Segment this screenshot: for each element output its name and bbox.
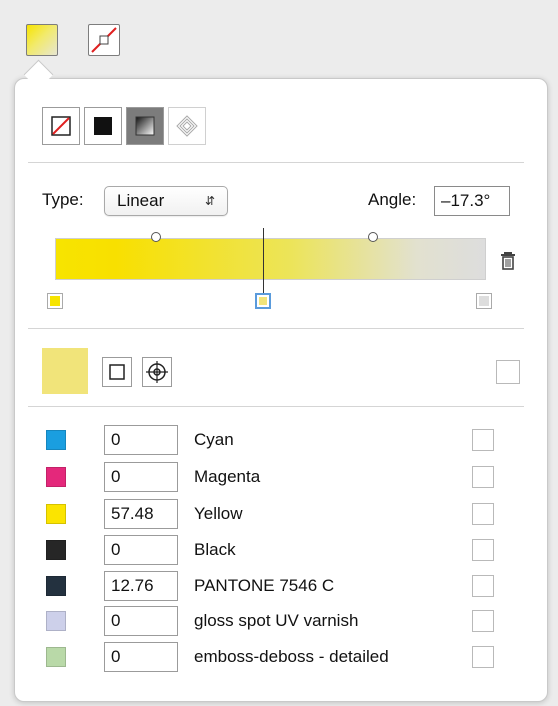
select-arrows-icon: ⇵ [204, 194, 215, 208]
ink-row: 0 emboss-deboss - detailed [42, 642, 502, 672]
ink-row: 0 Magenta [42, 462, 502, 492]
gradient-icon [135, 116, 155, 136]
ink-name: Cyan [194, 430, 234, 449]
gradient-preview-bar[interactable] [55, 238, 486, 280]
ink-value-input[interactable]: 0 [104, 462, 178, 492]
ink-checkbox[interactable] [472, 466, 494, 488]
separator [28, 406, 524, 407]
ink-value-input[interactable]: 0 [104, 535, 178, 565]
overprint-checkbox[interactable] [496, 360, 520, 384]
pattern-mode-button[interactable] [168, 107, 206, 145]
ink-value-input[interactable]: 0 [104, 606, 178, 636]
ink-checkbox[interactable] [472, 646, 494, 668]
ink-row: 57.48 Yellow [42, 499, 502, 529]
separator [28, 328, 524, 329]
target-button[interactable] [142, 357, 172, 387]
gradient-type-value: Linear [117, 191, 165, 210]
ink-name: Black [194, 540, 236, 559]
angle-label: Angle: [368, 190, 417, 209]
target-icon [146, 361, 168, 383]
ink-checkbox[interactable] [472, 539, 494, 561]
ink-color-chip [46, 467, 66, 487]
gradient-mode-button[interactable] [126, 107, 164, 145]
ink-checkbox[interactable] [472, 503, 494, 525]
none-icon [51, 116, 71, 136]
separator [28, 162, 524, 163]
type-label: Type: [42, 190, 84, 209]
ink-name: gloss spot UV varnish [194, 611, 359, 630]
trash-icon[interactable] [500, 250, 520, 272]
solid-mode-button[interactable] [84, 107, 122, 145]
gradient-stop[interactable] [476, 293, 492, 309]
ink-color-chip [46, 540, 66, 560]
ink-color-chip [46, 647, 66, 667]
stop-color [259, 297, 267, 305]
ink-checkbox[interactable] [472, 429, 494, 451]
color-mode-button[interactable] [102, 357, 132, 387]
ink-value-input[interactable]: 0 [104, 425, 178, 455]
ink-color-chip [46, 576, 66, 596]
stroke-swatch-button[interactable] [88, 24, 120, 56]
midpoint-handle[interactable] [368, 232, 378, 242]
gradient-stop-selected[interactable] [255, 293, 271, 309]
square-icon [109, 364, 125, 380]
fill-swatch-button[interactable] [26, 24, 58, 56]
ink-color-chip [46, 504, 66, 524]
none-mode-button[interactable] [42, 107, 80, 145]
angle-input[interactable]: –17.3° [434, 186, 510, 216]
gradient-stop[interactable] [47, 293, 63, 309]
ink-color-chip [46, 611, 66, 631]
toolbar [0, 0, 558, 80]
ink-row: 0 gloss spot UV varnish [42, 606, 502, 636]
midpoint-handle[interactable] [151, 232, 161, 242]
stop-color [50, 296, 60, 306]
stop-color [479, 296, 489, 306]
ink-name: emboss-deboss - detailed [194, 647, 389, 666]
pattern-icon [176, 115, 198, 137]
stroke-none-icon [91, 27, 117, 53]
ink-value-input[interactable]: 0 [104, 642, 178, 672]
current-color-swatch[interactable] [42, 348, 88, 394]
fill-mode-buttons [42, 107, 206, 145]
ink-name: Magenta [194, 467, 261, 486]
ink-checkbox[interactable] [472, 610, 494, 632]
ink-checkbox[interactable] [472, 575, 494, 597]
ink-row: 0 Black [42, 535, 502, 565]
ink-name: Yellow [194, 504, 243, 523]
ink-row: 12.76 PANTONE 7546 C [42, 571, 502, 601]
gradient-type-select[interactable]: Linear ⇵ [104, 186, 228, 216]
ink-name: PANTONE 7546 C [194, 576, 335, 595]
ink-value-input[interactable]: 57.48 [104, 499, 178, 529]
selected-stop-indicator [263, 228, 264, 296]
ink-value-input[interactable]: 12.76 [104, 571, 178, 601]
solid-color-icon [94, 117, 112, 135]
ink-row: 0 Cyan [42, 425, 502, 455]
ink-color-chip [46, 430, 66, 450]
